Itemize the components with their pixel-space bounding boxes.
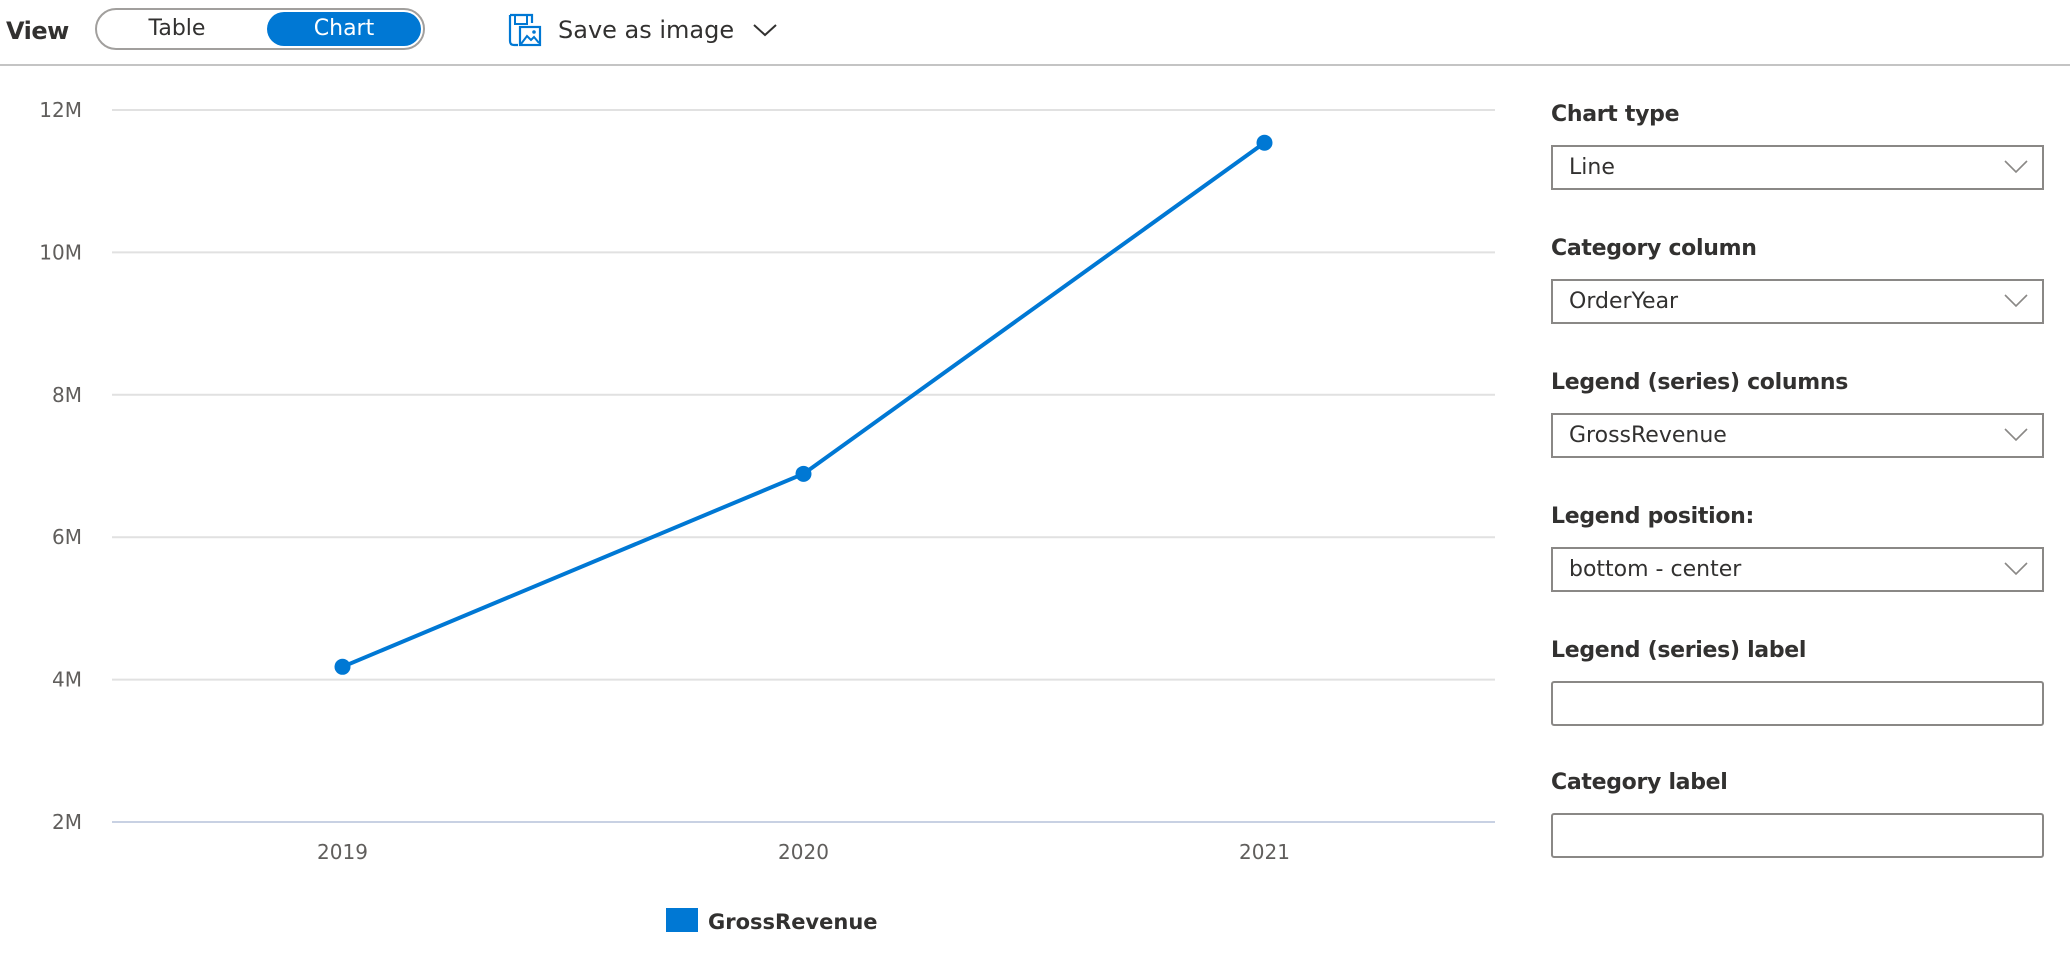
- legend-series-label-field: Legend (series) label: [1551, 636, 2044, 726]
- y-tick-label: 8M: [52, 383, 82, 407]
- y-axis-ticks: 2M 4M 6M 8M 10M 12M: [39, 98, 82, 834]
- legend-series-columns-label: Legend (series) columns: [1551, 370, 1849, 395]
- category-label-input[interactable]: [1551, 813, 2044, 858]
- legend-series-columns-value: GrossRevenue: [1569, 423, 1727, 448]
- data-point[interactable]: [795, 465, 812, 482]
- legend-position-value: bottom - center: [1569, 557, 1742, 582]
- data-point[interactable]: [334, 658, 351, 675]
- legend-position-field: Legend position: bottom - center: [1551, 502, 2044, 592]
- legend-series-columns-field: Legend (series) columns GrossRevenue: [1551, 368, 2044, 458]
- y-tick-label: 2M: [52, 810, 82, 834]
- chevron-down-icon: [2004, 562, 2028, 576]
- chevron-down-icon: [2004, 294, 2028, 308]
- chart-type-field: Chart type Line: [1551, 100, 2044, 190]
- category-column-value: OrderYear: [1569, 289, 1679, 314]
- chevron-down-icon: [2004, 160, 2028, 174]
- y-tick-label: 12M: [39, 98, 82, 122]
- x-tick-label: 2019: [317, 840, 368, 864]
- view-toolbar: View Table Chart Save as image: [0, 0, 2070, 66]
- series-line: [340, 140, 1267, 669]
- legend-series-label-label: Legend (series) label: [1551, 638, 1807, 663]
- view-toggle: Table Chart: [95, 8, 425, 50]
- chart-options-panel: Chart type Line Category column OrderYea…: [1551, 100, 2044, 858]
- chart-type-value: Line: [1569, 155, 1615, 180]
- save-image-icon: [508, 13, 542, 47]
- category-label-label: Category label: [1551, 770, 1728, 795]
- chart-type-dropdown[interactable]: Line: [1551, 145, 2044, 190]
- category-column-field: Category column OrderYear: [1551, 234, 2044, 324]
- x-tick-label: 2021: [1239, 840, 1290, 864]
- toggle-chart-option[interactable]: Chart: [267, 12, 421, 46]
- legend-series-label-input[interactable]: [1551, 681, 2044, 726]
- legend-position-label: Legend position:: [1551, 504, 1755, 529]
- category-column-label: Category column: [1551, 236, 1757, 261]
- category-column-dropdown[interactable]: OrderYear: [1551, 279, 2044, 324]
- line-chart: 2M 4M 6M 8M 10M 12M 2019 2020 2021 GrossRevenue: [39, 98, 1495, 934]
- view-label: View: [6, 17, 69, 45]
- category-label-field: Category label: [1551, 768, 2044, 858]
- legend-position-dropdown[interactable]: bottom - center: [1551, 547, 2044, 592]
- y-tick-label: 6M: [52, 525, 82, 549]
- chevron-down-icon: [2004, 428, 2028, 442]
- chevron-down-icon: [753, 24, 777, 37]
- save-as-image-button[interactable]: Save as image: [508, 10, 778, 50]
- x-tick-label: 2020: [778, 840, 829, 864]
- chart-type-label: Chart type: [1551, 102, 1680, 127]
- y-tick-label: 10M: [39, 240, 82, 264]
- legend-swatch: [666, 908, 698, 932]
- series-layer: [334, 134, 1273, 675]
- legend-label: GrossRevenue: [708, 910, 878, 934]
- x-axis-ticks: 2019 2020 2021: [317, 840, 1290, 864]
- save-as-image-label: Save as image: [558, 16, 735, 44]
- toggle-table-option[interactable]: Table: [101, 13, 253, 45]
- legend-series-columns-dropdown[interactable]: GrossRevenue: [1551, 413, 2044, 458]
- y-tick-label: 4M: [52, 668, 82, 692]
- data-point[interactable]: [1256, 134, 1273, 151]
- chart-legend: GrossRevenue: [666, 908, 878, 934]
